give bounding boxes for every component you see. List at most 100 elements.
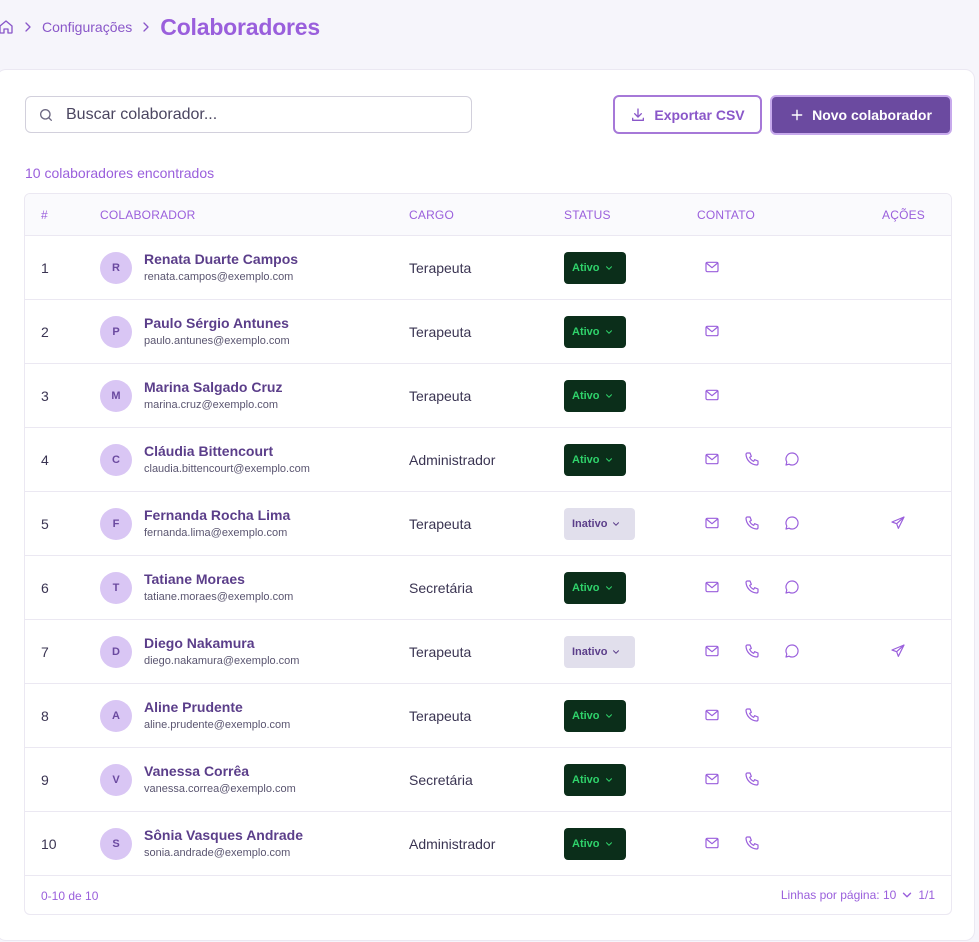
phone-icon[interactable] [744,643,762,661]
header-role[interactable]: CARGO [409,208,454,222]
mail-icon[interactable] [704,259,722,277]
send-icon[interactable] [890,515,908,533]
collaborator-name[interactable]: Cláudia Bittencourt [144,443,273,459]
table-header: # COLABORADOR CARGO STATUS CONTATO AÇÕES [25,194,951,236]
mail-icon[interactable] [704,707,722,725]
table-row[interactable]: 2 P Paulo Sérgio Antunes paulo.antunes@e… [25,300,951,364]
table-row[interactable]: 4 C Cláudia Bittencourt claudia.bittenco… [25,428,951,492]
avatar: S [100,828,132,860]
table-row[interactable]: 6 T Tatiane Moraes tatiane.moraes@exempl… [25,556,951,620]
status-dropdown[interactable]: Ativo [564,316,626,348]
header-number: # [41,208,48,222]
collaborator-name[interactable]: Vanessa Corrêa [144,763,249,779]
row-number: 4 [41,452,49,468]
collaborator-role: Secretária [409,580,473,596]
collaborator-name[interactable]: Diego Nakamura [144,635,254,651]
breadcrumb: Configurações Colaboradores [0,12,320,42]
collaborator-role: Terapeuta [409,644,472,660]
avatar: A [100,700,132,732]
collaborator-name[interactable]: Sônia Vasques Andrade [144,827,303,843]
collaborator-role: Administrador [409,452,496,468]
chat-bubble-icon[interactable] [784,515,802,533]
status-dropdown[interactable]: Ativo [564,764,626,796]
status-label: Ativo [572,838,600,850]
phone-icon[interactable] [744,579,762,597]
rows-per-page-label: Linhas por página: 10 [780,888,897,902]
phone-icon[interactable] [744,707,762,725]
avatar: C [100,444,132,476]
phone-icon[interactable] [744,451,762,469]
status-dropdown[interactable]: Inativo [564,508,635,540]
mail-icon[interactable] [704,771,722,789]
search-box[interactable] [25,96,472,133]
status-dropdown[interactable]: Ativo [564,572,626,604]
table-row[interactable]: 10 S Sônia Vasques Andrade sonia.andrade… [25,812,951,876]
status-dropdown[interactable]: Ativo [564,444,626,476]
table-footer: 0-10 de 10 Linhas por página: 10 1/1 [25,876,951,914]
collaborator-email: marina.cruz@exemplo.com [144,399,279,411]
header-collaborator[interactable]: COLABORADOR [100,208,196,222]
status-label: Ativo [572,326,600,338]
row-number: 2 [41,324,49,340]
row-number: 6 [41,580,49,596]
status-dropdown[interactable]: Ativo [564,252,626,284]
table-row[interactable]: 5 F Fernanda Rocha Lima fernanda.lima@ex… [25,492,951,556]
collaborator-name[interactable]: Renata Duarte Campos [144,251,298,267]
avatar: V [100,764,132,796]
export-csv-label: Exportar CSV [654,106,745,123]
row-number: 10 [41,836,57,852]
chevron-down-icon [604,583,614,593]
collaborator-email: claudia.bittencourt@exemplo.com [144,463,310,475]
chevron-down-icon [604,839,614,849]
collaborator-name[interactable]: Tatiane Moraes [144,571,245,587]
status-label: Ativo [572,262,600,274]
export-csv-button[interactable]: Exportar CSV [613,95,762,134]
status-dropdown[interactable]: Inativo [564,636,635,668]
table-row[interactable]: 9 V Vanessa Corrêa vanessa.correa@exempl… [25,748,951,812]
chat-bubble-icon[interactable] [784,451,802,469]
rows-per-page-control[interactable]: Linhas por página: 10 1/1 [781,888,935,902]
mail-icon[interactable] [704,451,722,469]
table-row[interactable]: 8 A Aline Prudente aline.prudente@exempl… [25,684,951,748]
status-label: Inativo [572,518,608,530]
collaborator-email: renata.campos@exemplo.com [144,271,294,283]
row-number: 7 [41,644,49,660]
row-number: 8 [41,708,49,724]
mail-icon[interactable] [704,515,722,533]
status-label: Ativo [572,390,600,402]
collaborator-name[interactable]: Fernanda Rocha Lima [144,507,290,523]
table-row[interactable]: 1 R Renata Duarte Campos renata.campos@e… [25,236,951,300]
mail-icon[interactable] [704,387,722,405]
mail-icon[interactable] [704,323,722,341]
phone-icon[interactable] [744,835,762,853]
collaborator-name[interactable]: Marina Salgado Cruz [144,379,282,395]
chevron-down-icon[interactable] [900,888,914,902]
results-count: 10 colaboradores encontrados [25,165,215,181]
header-status[interactable]: STATUS [564,208,611,222]
status-dropdown[interactable]: Ativo [564,700,626,732]
phone-icon[interactable] [744,515,762,533]
phone-icon[interactable] [744,771,762,789]
page-indicator: 1/1 [918,888,935,902]
status-dropdown[interactable]: Ativo [564,828,626,860]
mail-icon[interactable] [704,579,722,597]
collaborator-email: vanessa.correa@exemplo.com [144,783,296,795]
table-row[interactable]: 3 M Marina Salgado Cruz marina.cruz@exem… [25,364,951,428]
chat-bubble-icon[interactable] [784,579,802,597]
send-icon[interactable] [890,643,908,661]
search-input[interactable] [66,105,446,124]
mail-icon[interactable] [704,835,722,853]
status-dropdown[interactable]: Ativo [564,380,626,412]
chat-bubble-icon[interactable] [784,643,802,661]
breadcrumb-settings-link[interactable]: Configurações [42,19,132,35]
home-icon[interactable] [0,19,14,35]
new-collaborator-button[interactable]: Novo colaborador [770,95,952,135]
table-row[interactable]: 7 D Diego Nakamura diego.nakamura@exempl… [25,620,951,684]
collaborator-email: sonia.andrade@exemplo.com [144,847,291,859]
status-label: Ativo [572,710,600,722]
collaborator-name[interactable]: Paulo Sérgio Antunes [144,315,289,331]
mail-icon[interactable] [704,643,722,661]
collaborator-role: Terapeuta [409,708,472,724]
collaborator-name[interactable]: Aline Prudente [144,699,243,715]
new-collaborator-label: Novo colaborador [812,107,932,123]
